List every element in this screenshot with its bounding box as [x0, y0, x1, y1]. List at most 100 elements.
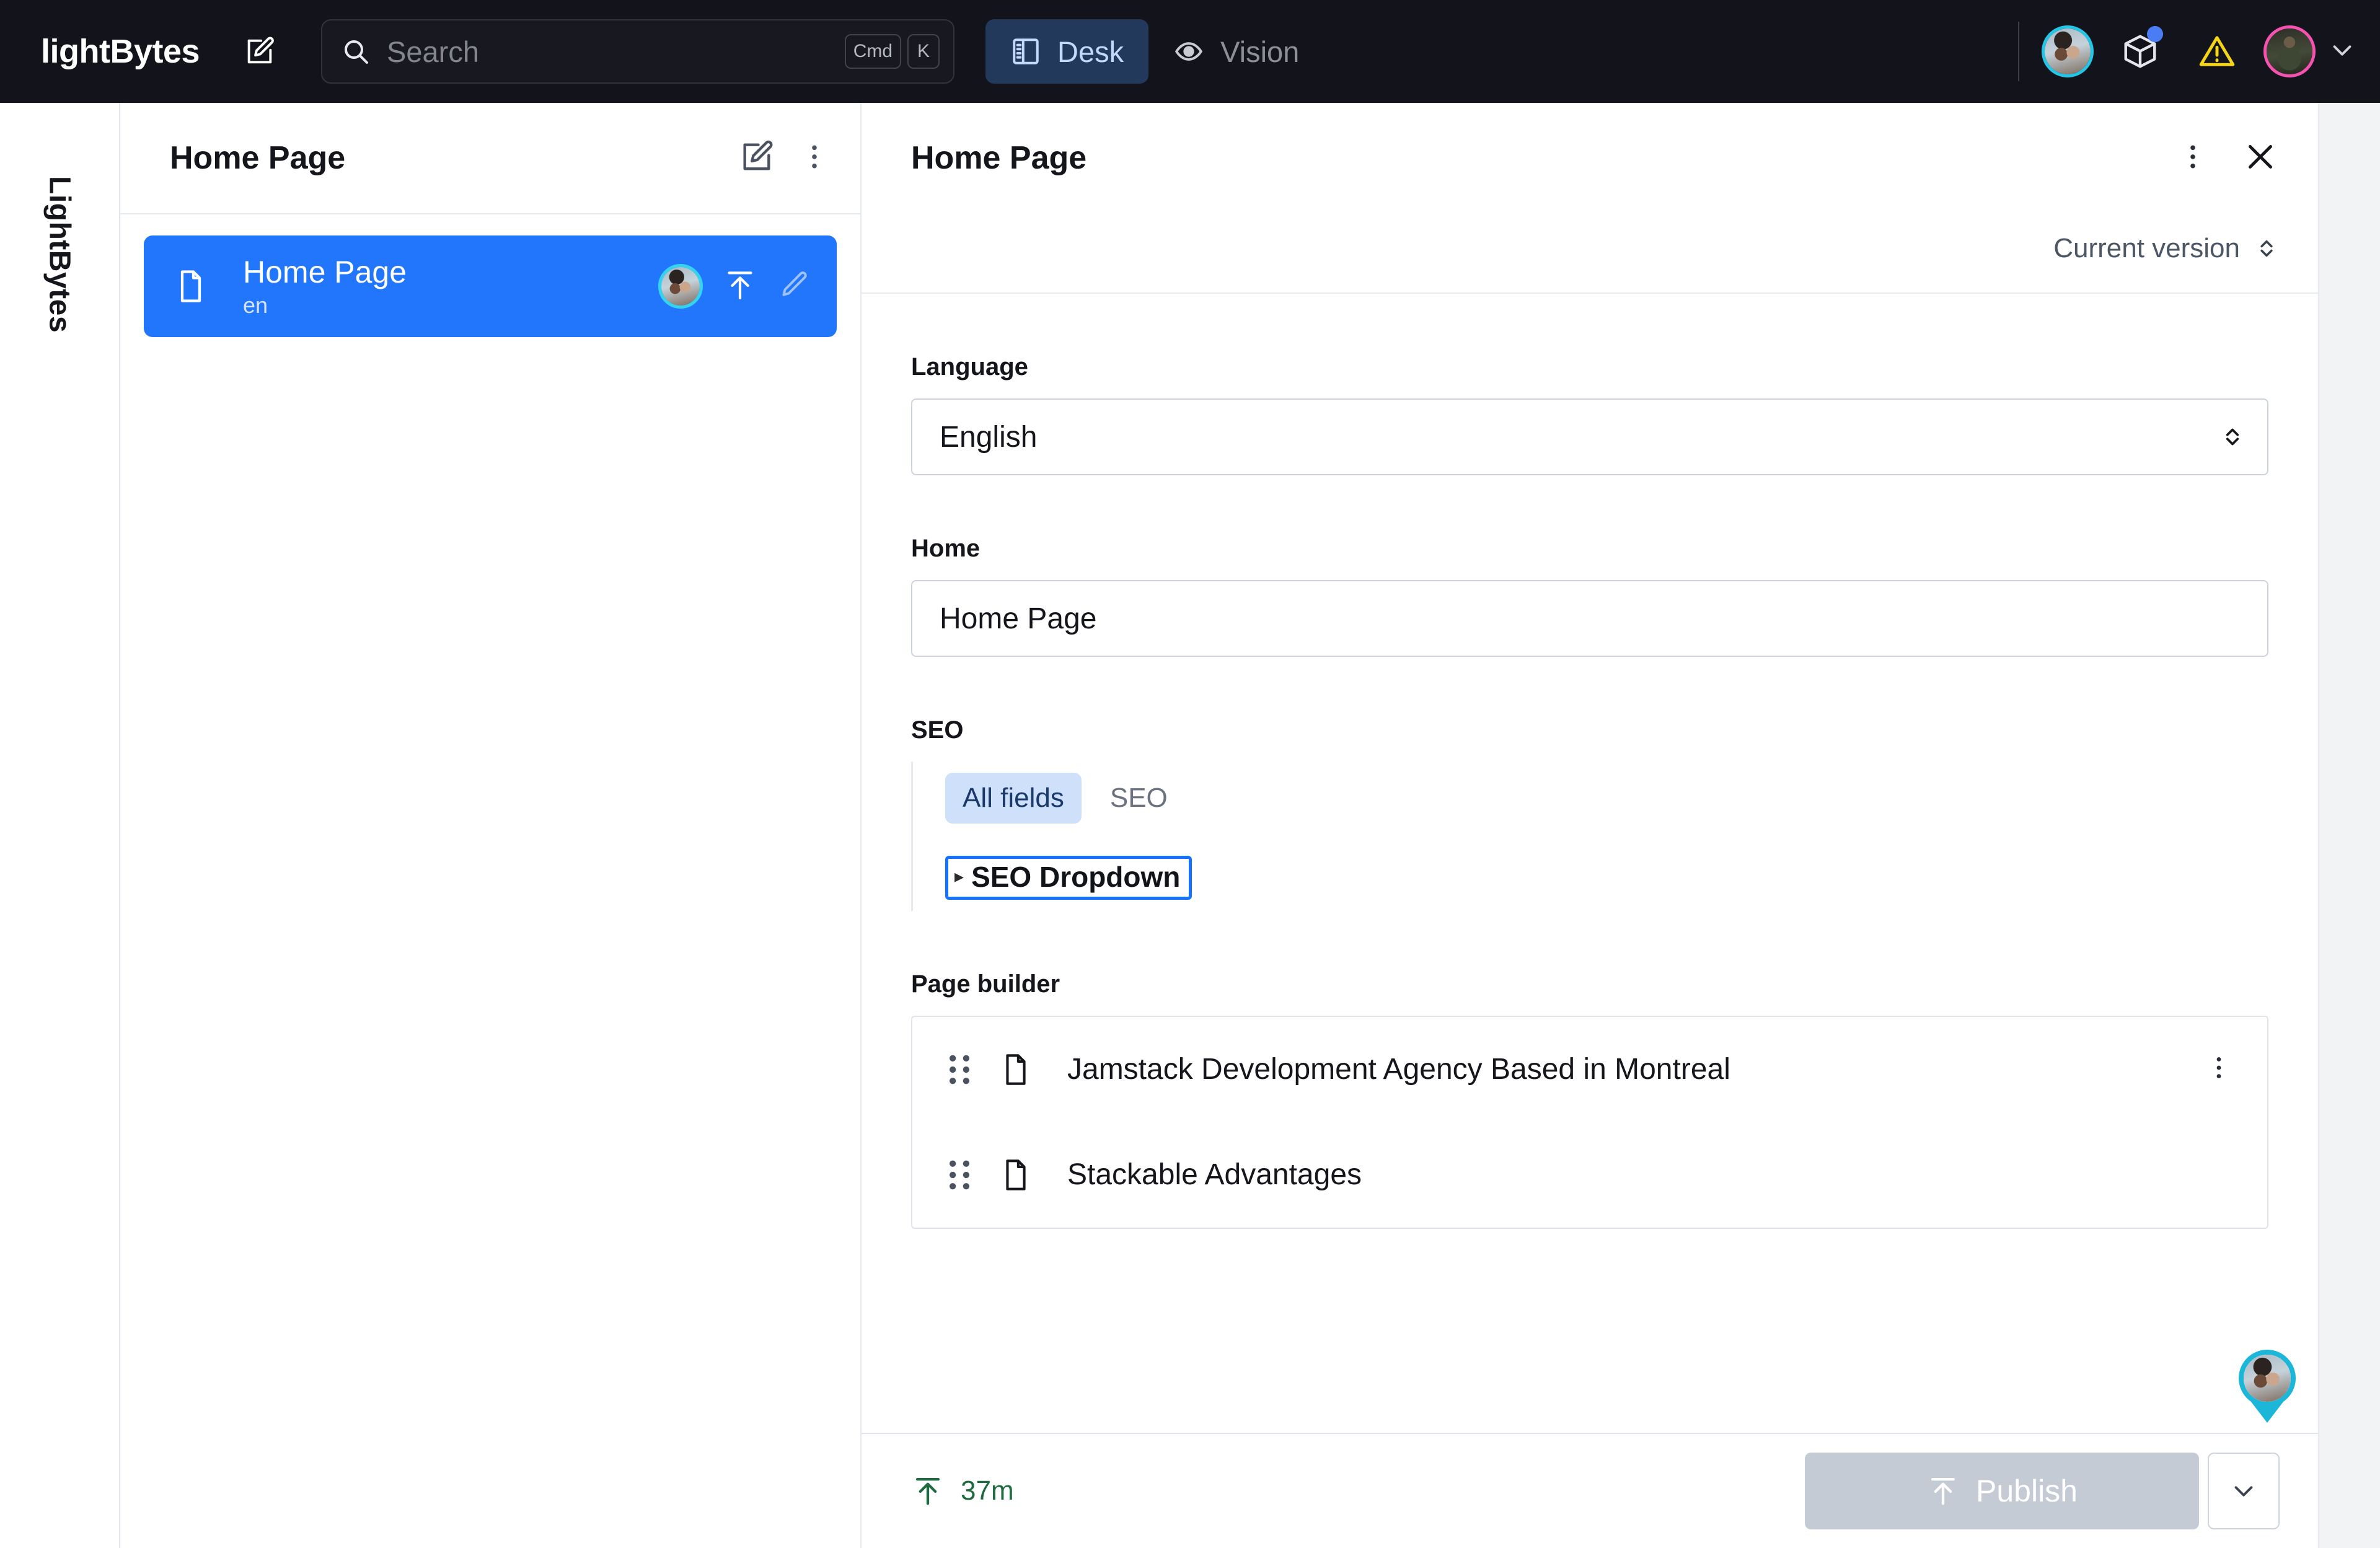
document-list-pane: Home Page [120, 103, 862, 1548]
app-brand-logo[interactable]: lightBytes [41, 32, 200, 71]
list-item[interactable]: Home Page en [144, 235, 837, 337]
account-avatar[interactable] [2263, 25, 2316, 77]
field-page-builder-label: Page builder [911, 970, 2268, 998]
seo-dropdown-toggle[interactable]: ▸ SEO Dropdown [945, 856, 1192, 900]
avatar-photo [2045, 29, 2091, 74]
document-list-body: Home Page en [120, 214, 860, 1548]
language-select[interactable]: English [911, 398, 2268, 475]
editor-header-actions [2177, 138, 2280, 179]
field-page-builder: Page builder Jamstack Development Agency… [911, 970, 2268, 1229]
document-editor-pane: Home Page Current versi [862, 103, 2318, 1548]
editor-header: Home Page Current versi [862, 103, 2318, 294]
publish-status: 37m [911, 1474, 1014, 1508]
package-icon[interactable] [2110, 21, 2171, 82]
home-title-value: Home Page [940, 602, 2246, 636]
workspace-rail: LightBytes [0, 103, 120, 1548]
avatar-photo [2267, 29, 2312, 74]
editor-title: Home Page [911, 139, 1086, 177]
version-selector[interactable]: Current version [2053, 233, 2280, 264]
presence-avatar[interactable] [2042, 25, 2094, 77]
document-icon [172, 268, 209, 305]
list-item-actions [658, 264, 809, 309]
home-title-input[interactable]: Home Page [911, 580, 2268, 657]
publish-arrow-icon [911, 1474, 945, 1508]
kbd-k: K [907, 34, 940, 69]
compose-icon[interactable] [739, 139, 775, 178]
publish-arrow-icon [1926, 1474, 1960, 1508]
tab-vision[interactable]: Vision [1148, 19, 1324, 84]
list-item-title: Home Page [243, 255, 407, 289]
presence-cursor-marker [2239, 1350, 2296, 1407]
field-language: Language English [911, 353, 2268, 475]
search-input[interactable]: Search Cmd K [321, 19, 954, 84]
kbd-cmd: Cmd [845, 34, 901, 69]
document-icon [998, 1052, 1034, 1088]
document-list-header: Home Page [120, 103, 860, 214]
field-seo-label: SEO [911, 716, 2268, 744]
navbar-divider [2018, 22, 2019, 81]
list-item-avatar[interactable] [658, 264, 703, 309]
search-icon [341, 37, 371, 66]
kebab-menu-icon[interactable] [2177, 141, 2209, 176]
table-row[interactable]: Stackable Advantages [912, 1122, 2267, 1228]
disclosure-triangle-icon: ▸ [954, 868, 964, 886]
list-pane-title: Home Page [170, 139, 345, 177]
tab-desk-label: Desk [1057, 35, 1124, 69]
tab-vision-label: Vision [1220, 35, 1299, 69]
kebab-menu-icon[interactable] [798, 141, 831, 176]
editor-header-top: Home Page [911, 103, 2280, 213]
navbar-right-cluster [2018, 21, 2356, 82]
seo-tabs: All fields SEO [945, 773, 2268, 824]
drag-handle-icon[interactable] [947, 1157, 972, 1193]
table-row-title: Jamstack Development Agency Based in Mon… [1067, 1052, 1730, 1086]
workspace-name: LightBytes [43, 176, 77, 333]
drag-handle-icon[interactable] [947, 1052, 972, 1088]
publish-button[interactable]: Publish [1805, 1453, 2199, 1529]
table-row-title: Stackable Advantages [1067, 1158, 1362, 1192]
avatar-photo [2244, 1355, 2291, 1402]
tab-all-fields[interactable]: All fields [945, 773, 1082, 824]
chevron-down-icon[interactable] [2328, 36, 2356, 68]
editor-form-scroll[interactable]: Language English Home Home Page SEO [862, 294, 2318, 1433]
kebab-menu-icon[interactable] [2204, 1053, 2234, 1086]
field-language-label: Language [911, 353, 2268, 381]
field-seo: SEO All fields SEO ▸ SEO Dropdown [911, 716, 2268, 911]
nav-tabs: Desk Vision [985, 19, 1324, 84]
publish-controls: Publish [1805, 1453, 2280, 1529]
publish-button-label: Publish [1976, 1473, 2078, 1509]
seo-dropdown-label: SEO Dropdown [971, 861, 1180, 893]
eye-icon [1173, 36, 1204, 67]
warning-triangle-icon[interactable] [2187, 21, 2247, 82]
publish-arrow-icon[interactable] [723, 268, 757, 306]
last-published-time: 37m [961, 1475, 1014, 1506]
close-icon[interactable] [2241, 138, 2280, 179]
publish-menu-button[interactable] [2208, 1453, 2280, 1529]
list-header-actions [739, 139, 831, 178]
table-row[interactable]: Jamstack Development Agency Based in Mon… [912, 1017, 2267, 1122]
main-body: LightBytes Home Page [0, 103, 2380, 1548]
version-label: Current version [2053, 233, 2240, 264]
presence-avatar[interactable] [2239, 1350, 2296, 1407]
compose-icon[interactable] [229, 21, 290, 82]
chevron-up-down-icon [2254, 235, 2280, 262]
language-select-value: English [940, 420, 2219, 454]
tab-seo[interactable]: SEO [1093, 773, 1185, 824]
pencil-icon[interactable] [777, 269, 809, 304]
list-item-texts: Home Page en [243, 255, 407, 318]
field-home-label: Home [911, 535, 2268, 563]
field-home: Home Home Page [911, 535, 2268, 657]
seo-group-body: All fields SEO ▸ SEO Dropdown [911, 762, 2268, 911]
top-navbar: lightBytes Search Cmd K Desk Vision [0, 0, 2380, 103]
layout-panel-icon [1010, 36, 1041, 67]
editor-footer: 37m Publish [862, 1433, 2318, 1548]
tab-desk[interactable]: Desk [985, 19, 1148, 84]
avatar-photo [661, 267, 700, 306]
chevron-up-down-icon [2219, 423, 2246, 451]
page-builder-list: Jamstack Development Agency Based in Mon… [911, 1016, 2268, 1229]
blue-dot-badge [2147, 26, 2163, 42]
document-icon [998, 1157, 1034, 1193]
list-item-language: en [243, 293, 407, 318]
editor-header-bottom: Current version [911, 213, 2280, 292]
search-placeholder: Search [387, 35, 839, 69]
chevron-down-icon [2229, 1477, 2258, 1505]
